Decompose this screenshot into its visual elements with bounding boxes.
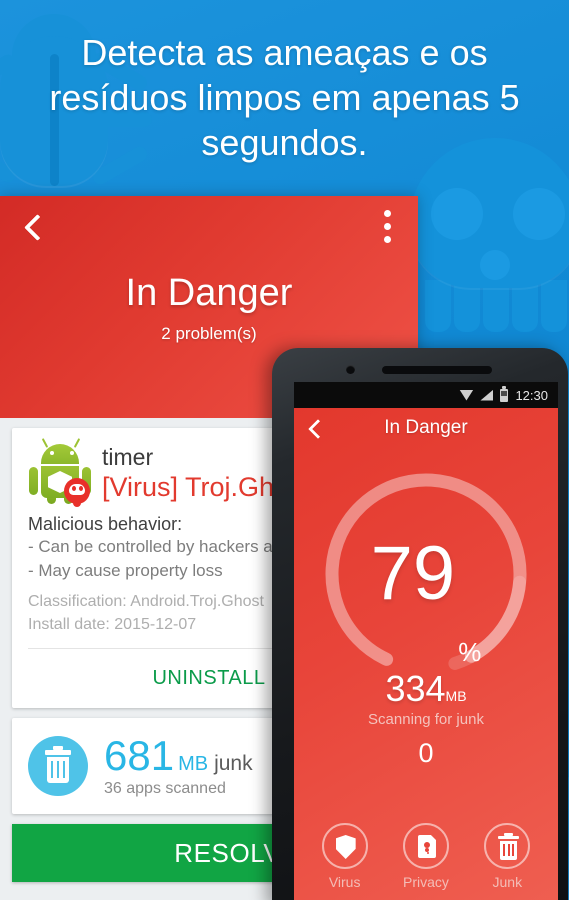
trash-bin-icon: [484, 823, 531, 869]
page-title: In Danger: [125, 272, 293, 314]
status-time: 12:30: [515, 387, 548, 403]
trash-bin-icon: [28, 736, 88, 796]
wifi-icon: [459, 389, 474, 401]
problem-count: 2 problem(s): [161, 324, 257, 343]
signal-icon: [480, 389, 494, 401]
bottom-tab-bar: Virus Privacy Junk: [294, 823, 558, 890]
battery-icon: [500, 385, 509, 402]
junk-word: junk: [214, 752, 253, 775]
skull-watermark: [409, 138, 569, 353]
skull-badge-icon: [64, 478, 90, 507]
scan-size: 334MB: [294, 668, 558, 710]
phone-page-title: In Danger: [384, 417, 468, 438]
status-bar: 12:30: [294, 382, 558, 408]
tab-junk[interactable]: Junk: [471, 823, 543, 890]
android-robot-virus-icon: [28, 438, 92, 507]
junk-amount: 681: [104, 732, 175, 779]
overflow-menu-icon[interactable]: [384, 210, 392, 244]
shield-icon: [321, 823, 368, 869]
chevron-left-icon[interactable]: [18, 212, 48, 242]
tab-junk-label: Junk: [492, 874, 523, 890]
scan-status: Scanning for junk: [368, 711, 484, 728]
apps-scanned: 36 apps scanned: [104, 780, 226, 797]
junk-unit: MB: [178, 753, 209, 775]
chevron-left-icon[interactable]: [304, 417, 326, 439]
tab-virus[interactable]: Virus: [309, 823, 381, 890]
page-headline: Detecta as ameaças e os resíduos limpos …: [49, 32, 520, 163]
scan-progress-gauge: 79 %: [318, 466, 534, 682]
phone-app-bar: In Danger: [294, 408, 558, 448]
privacy-lock-document-icon: [402, 823, 449, 869]
phone-screen: 12:30 In Danger 79 % 334MB Scanning for …: [294, 382, 558, 900]
earpiece-speaker: [382, 366, 492, 374]
tab-virus-label: Virus: [328, 874, 361, 890]
tab-privacy[interactable]: Privacy: [390, 823, 462, 890]
phone-mockup: 12:30 In Danger 79 % 334MB Scanning for …: [272, 348, 568, 900]
scan-size-value: 334: [385, 668, 446, 709]
scan-size-unit: MB: [445, 688, 467, 704]
scan-percent: 79: [370, 531, 456, 616]
scan-count: 0: [418, 738, 434, 768]
tab-privacy-label: Privacy: [403, 874, 449, 890]
front-camera-icon: [346, 365, 355, 374]
